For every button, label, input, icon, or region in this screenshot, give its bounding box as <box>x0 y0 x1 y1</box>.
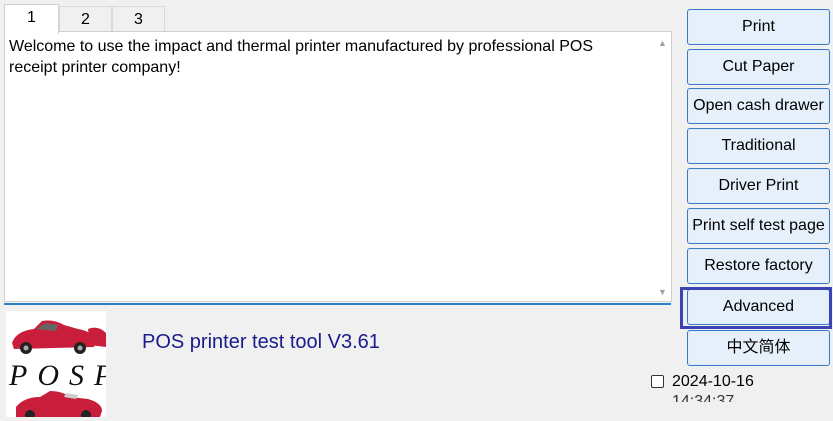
print-self-test-page-button[interactable]: Print self test page <box>687 208 830 244</box>
cut-paper-button[interactable]: Cut Paper <box>687 49 830 85</box>
driver-print-button[interactable]: Driver Print <box>687 168 830 204</box>
scroll-up-icon[interactable]: ▲ <box>654 38 671 48</box>
traditional-button[interactable]: Traditional <box>687 128 830 164</box>
logo-text: POSP <box>9 359 106 392</box>
simplified-chinese-button[interactable]: 中文简体 <box>687 330 830 366</box>
tab-3[interactable]: 3 <box>112 6 165 32</box>
scroll-down-icon[interactable]: ▼ <box>654 287 671 297</box>
divider-line <box>4 303 671 305</box>
datetime-checkbox[interactable] <box>651 375 664 388</box>
message-panel: Welcome to use the impact and thermal pr… <box>4 31 672 302</box>
message-textarea[interactable]: Welcome to use the impact and thermal pr… <box>9 36 649 296</box>
tab-1[interactable]: 1 <box>4 4 59 34</box>
restore-factory-button[interactable]: Restore factory <box>687 248 830 284</box>
print-button[interactable]: Print <box>687 9 830 45</box>
date-label: 2024-10-16 <box>672 373 754 390</box>
pos-logo-image: POSP <box>6 311 106 417</box>
app-title: POS printer test tool V3.61 <box>142 331 380 353</box>
vertical-scrollbar[interactable]: ▲ ▼ <box>654 32 671 301</box>
advanced-button-highlight <box>680 287 832 329</box>
tab-2[interactable]: 2 <box>59 6 112 32</box>
time-label: 14:34:37 <box>672 393 735 410</box>
open-cash-drawer-button[interactable]: Open cash drawer <box>687 88 830 124</box>
